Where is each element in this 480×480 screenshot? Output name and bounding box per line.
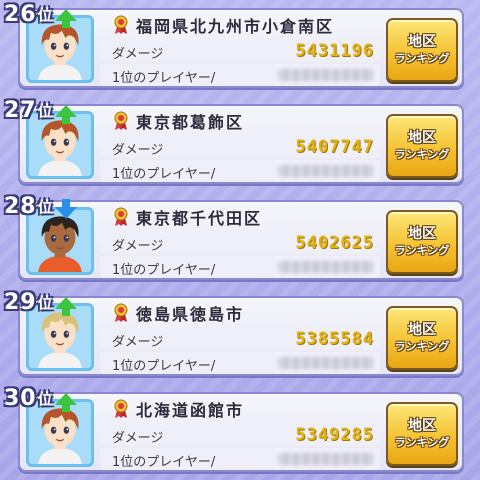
top-player-label: 1位のプレイヤー/	[112, 263, 216, 278]
blurred-player-name	[278, 69, 374, 81]
rank-number: 26	[4, 2, 37, 27]
blurred-player-name	[278, 261, 374, 273]
region-ranking-button-label: 地区	[408, 418, 436, 434]
rank-suffix: 位	[37, 102, 53, 120]
region-ranking-button-sublabel: ランキング	[394, 340, 450, 353]
damage-row: ダメージ 5385584	[100, 328, 380, 350]
ranking-card: 東京都千代田区ダメージ 5402625 1位のプレイヤー/地区ランキング	[18, 200, 464, 280]
region-title: 徳島県徳島市	[112, 302, 244, 324]
rank-badge: 29 位	[4, 287, 77, 316]
top-player-row: 1位のプレイヤー/	[100, 448, 380, 470]
rank-badge: 28 位	[4, 191, 77, 219]
rank-suffix: 位	[37, 198, 53, 216]
top-player-label: 1位のプレイヤー/	[112, 359, 216, 374]
top-player-row: 1位のプレイヤー/	[100, 256, 380, 278]
region-ranking-button[interactable]: 地区 ランキング	[386, 18, 458, 82]
ranking-row: 北海道函館市ダメージ 5349285 1位のプレイヤー/地区ランキング 30 位	[0, 384, 480, 476]
medal-icon	[112, 399, 130, 419]
medal-icon	[112, 111, 130, 131]
ranking-card: 北海道函館市ダメージ 5349285 1位のプレイヤー/地区ランキング	[18, 392, 464, 472]
top-player-row: 1位のプレイヤー/	[100, 352, 380, 374]
rank-suffix: 位	[37, 390, 53, 408]
top-player-label: 1位のプレイヤー/	[112, 71, 216, 86]
region-ranking-button-sublabel: ランキング	[394, 244, 450, 257]
top-player-label: 1位のプレイヤー/	[112, 167, 216, 182]
medal-icon	[112, 15, 130, 35]
region-name: 東京都葛飾区	[136, 113, 245, 132]
rank-number: 30	[4, 386, 37, 411]
rank-number: 29	[4, 290, 37, 315]
rank-badge: 26 位	[4, 0, 77, 28]
ranking-card: 徳島県徳島市ダメージ 5385584 1位のプレイヤー/地区ランキング	[18, 296, 464, 376]
region-title: 東京都葛飾区	[112, 110, 244, 132]
top-player-row: 1位のプレイヤー/	[100, 64, 380, 86]
rank-badge: 30 位	[4, 383, 77, 412]
damage-value: 5349285	[295, 425, 374, 445]
region-ranking-button-sublabel: ランキング	[394, 52, 450, 65]
damage-row: ダメージ 5349285	[100, 424, 380, 446]
region-ranking-button[interactable]: 地区 ランキング	[386, 306, 458, 370]
up-arrow-icon	[54, 9, 77, 28]
region-ranking-button[interactable]: 地区 ランキング	[386, 210, 458, 274]
region-ranking-button-label: 地区	[408, 130, 436, 146]
damage-row: ダメージ 5431196	[100, 40, 380, 62]
region-name: 東京都千代田区	[136, 209, 263, 228]
damage-value: 5431196	[295, 41, 374, 61]
damage-label: ダメージ	[112, 143, 164, 158]
region-title: 福岡県北九州市小倉南区	[112, 14, 334, 36]
ranking-row: 東京都千代田区ダメージ 5402625 1位のプレイヤー/地区ランキング 28 位	[0, 192, 480, 284]
region-name: 福岡県北九州市小倉南区	[136, 17, 335, 36]
ranking-row: 福岡県北九州市小倉南区ダメージ 5431196 1位のプレイヤー/地区ランキング 26…	[0, 0, 480, 92]
up-arrow-icon	[54, 297, 77, 316]
damage-label: ダメージ	[112, 47, 164, 62]
up-arrow-icon	[54, 393, 77, 412]
region-title: 北海道函館市	[112, 398, 244, 420]
rank-suffix: 位	[37, 294, 53, 312]
damage-value: 5385584	[295, 329, 374, 349]
region-ranking-button-sublabel: ランキング	[394, 148, 450, 161]
damage-value: 5407747	[295, 137, 374, 157]
region-name: 徳島県徳島市	[136, 305, 245, 324]
blurred-player-name	[278, 165, 374, 177]
blurred-player-name	[278, 453, 374, 465]
damage-row: ダメージ 5407747	[100, 136, 380, 158]
damage-label: ダメージ	[112, 431, 164, 446]
region-title: 東京都千代田区	[112, 206, 262, 228]
up-arrow-icon	[54, 105, 77, 124]
rank-suffix: 位	[37, 6, 53, 24]
top-player-label: 1位のプレイヤー/	[112, 455, 216, 470]
damage-label: ダメージ	[112, 335, 164, 350]
ranking-card: 東京都葛飾区ダメージ 5407747 1位のプレイヤー/地区ランキング	[18, 104, 464, 184]
blurred-player-name	[278, 357, 374, 369]
damage-row: ダメージ 5402625	[100, 232, 380, 254]
region-ranking-button[interactable]: 地区 ランキング	[386, 114, 458, 178]
ranking-row: 東京都葛飾区ダメージ 5407747 1位のプレイヤー/地区ランキング 27 位	[0, 96, 480, 188]
rank-badge: 27 位	[4, 95, 77, 124]
down-arrow-icon	[54, 199, 77, 219]
ranking-row: 徳島県徳島市ダメージ 5385584 1位のプレイヤー/地区ランキング 29 位	[0, 288, 480, 380]
region-name: 北海道函館市	[136, 401, 245, 420]
medal-icon	[112, 303, 130, 323]
damage-value: 5402625	[295, 233, 374, 253]
region-ranking-button-label: 地区	[408, 226, 436, 242]
region-ranking-button-sublabel: ランキング	[394, 436, 450, 449]
medal-icon	[112, 207, 130, 227]
ranking-list: 福岡県北九州市小倉南区 ダメージ 5431196 1位のプレイヤー/地区 ランキング 26…	[0, 0, 480, 480]
region-ranking-button[interactable]: 地区 ランキング	[386, 402, 458, 466]
rank-number: 27	[4, 98, 37, 123]
rank-number: 28	[4, 194, 37, 219]
region-ranking-button-label: 地区	[408, 322, 436, 338]
top-player-row: 1位のプレイヤー/	[100, 160, 380, 182]
damage-label: ダメージ	[112, 239, 164, 254]
region-ranking-button-label: 地区	[408, 34, 436, 50]
ranking-card: 福岡県北九州市小倉南区ダメージ 5431196 1位のプレイヤー/地区ランキング	[18, 8, 464, 88]
